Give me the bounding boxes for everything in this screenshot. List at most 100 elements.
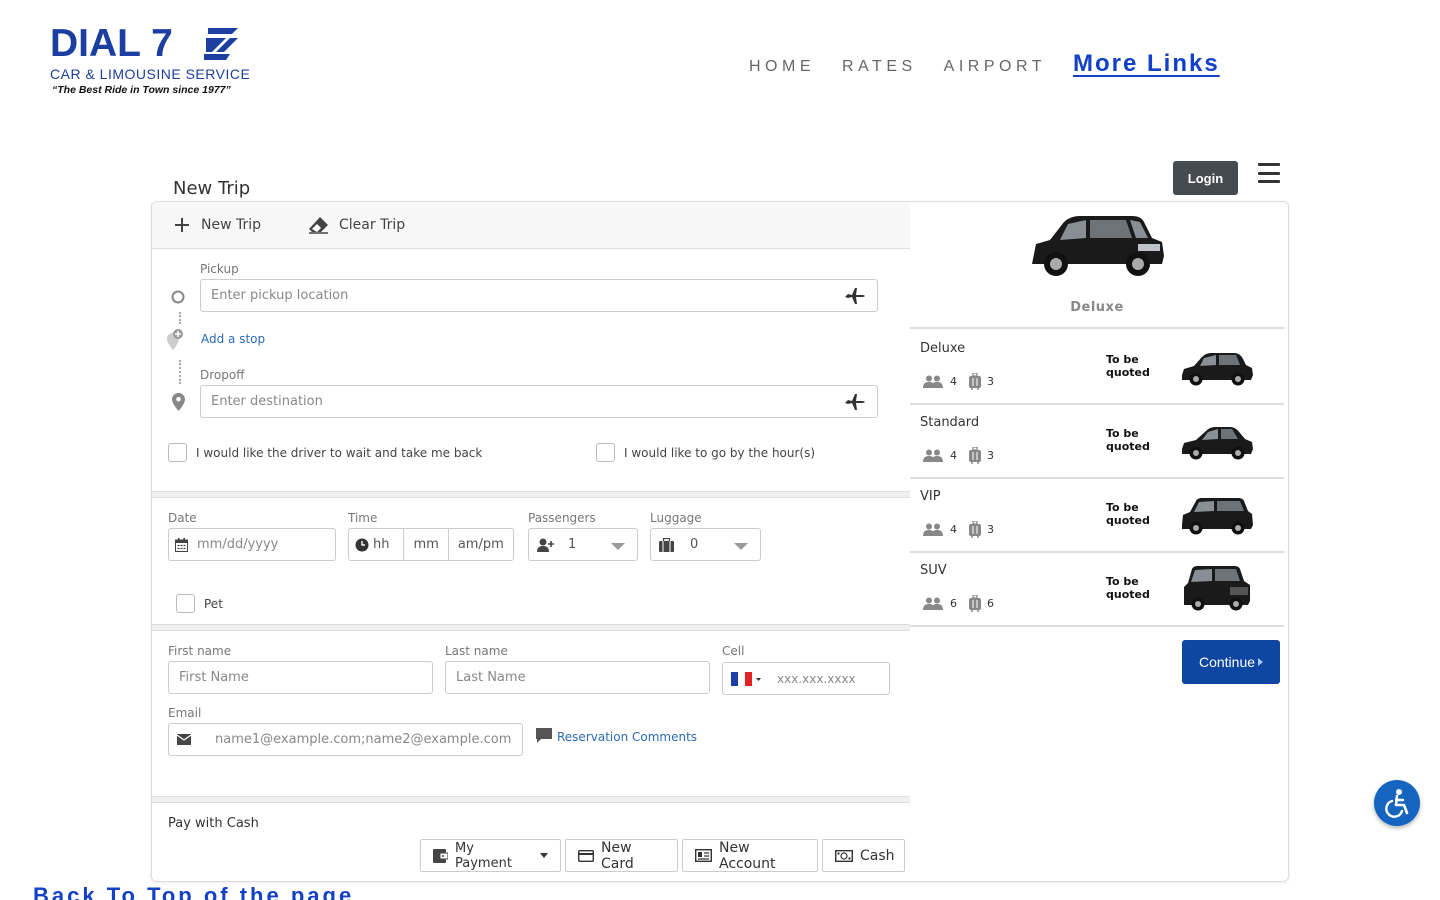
first-name-input[interactable] [179,670,432,685]
new-trip-button[interactable]: New Trip [173,216,261,234]
route-dots [179,312,181,324]
cell-field[interactable] [722,662,890,695]
email-field[interactable] [168,723,523,756]
last-name-field[interactable] [445,661,710,694]
nav-airport[interactable]: AIRPORT [944,58,1046,76]
luggage-label: Luggage [650,511,702,525]
country-flag-selector[interactable] [731,671,761,686]
nav-more-links[interactable]: More Links [1073,50,1220,78]
pickup-circle-icon [171,289,185,308]
luggage-count: 6 [987,597,994,610]
luggage-count: 3 [987,449,994,462]
brand-mark-icon [204,28,238,60]
first-name-label: First name [168,644,232,658]
vehicle-name: Deluxe [920,341,966,356]
luggage-count: 3 [987,523,994,536]
add-stop-link[interactable]: Add a stop [201,332,265,346]
chevron-right-icon [1258,658,1264,666]
dropoff-field[interactable] [200,385,878,418]
hourly-checkbox[interactable]: I would like to go by the hour(s) [596,443,815,462]
checkbox-box[interactable] [168,443,187,462]
last-name-label: Last name [445,644,508,658]
date-field[interactable] [168,528,336,561]
accessibility-button[interactable] [1374,780,1420,826]
nav-home[interactable]: HOME [749,58,815,76]
brand-subtitle: CAR & LIMOUSINE SERVICE [50,66,251,82]
cash-button[interactable]: Cash [822,839,905,872]
vehicle-row-deluxe[interactable]: Deluxe 4 3 To be quoted [910,331,1284,405]
schedule-section: Date Time hh mm am/pm Passengers [152,498,910,624]
back-to-top-link[interactable]: Back To Top of the page [33,883,354,900]
limousine-icon [1032,216,1164,276]
passenger-count: 4 [950,523,957,536]
passengers-icon [922,449,944,462]
trip-toolbar: New Trip Clear Trip [152,202,910,249]
luggage-select[interactable]: 0 [650,528,761,561]
vehicle-name: Standard [920,415,980,430]
vehicle-price: To be quoted [1106,501,1150,527]
briefcase-icon [659,537,674,552]
luggage-value: 0 [690,537,699,552]
continue-button[interactable]: Continue [1182,640,1280,684]
passenger-count: 4 [950,449,957,462]
hour-input[interactable]: hh [349,529,405,560]
clear-trip-button[interactable]: Clear Trip [309,216,405,234]
vehicle-row-suv[interactable]: SUV 6 6 To be quoted [910,553,1284,627]
last-name-input[interactable] [456,670,709,685]
reservation-comments-link[interactable]: Reservation Comments [536,728,697,746]
brand-name: DIAL 7 [50,22,173,65]
time-field: hh mm am/pm [348,528,514,561]
comment-icon [536,728,552,746]
minute-input[interactable]: mm [404,529,449,560]
checkbox-box[interactable] [176,594,195,613]
first-name-field[interactable] [168,661,433,694]
vehicle-name: SUV [920,563,947,578]
suv-icon [1184,566,1250,611]
id-card-icon [695,849,712,862]
passenger-count: 4 [950,375,957,388]
vehicle-row-vip[interactable]: VIP 4 3 To be quoted [910,479,1284,553]
airplane-icon[interactable] [845,394,865,414]
hamburger-menu-icon[interactable] [1258,163,1280,183]
brand-logo[interactable]: DIAL 7 CAR & LIMOUSINE SERVICE “The Best… [50,22,250,102]
new-card-button[interactable]: New Card [565,839,678,872]
my-payment-label: My Payment [455,840,512,871]
email-input[interactable] [215,732,522,747]
vehicle-price: To be quoted [1106,575,1150,601]
my-payment-dropdown[interactable]: My Payment [420,839,561,872]
nav-rates[interactable]: RATES [842,58,917,76]
sedan-icon [1182,427,1253,460]
section-divider [152,624,910,631]
vehicle-row-standard[interactable]: Standard 4 3 To be quoted [910,405,1284,479]
new-trip-label: New Trip [201,217,262,233]
pickup-field[interactable] [200,279,878,312]
top-nav: HOME RATES AIRPORT More Links [749,50,1220,78]
dropoff-input[interactable] [211,394,877,409]
eraser-icon [309,216,329,234]
ampm-input[interactable]: am/pm [449,529,513,560]
cell-label: Cell [722,644,745,658]
luggage-icon [969,595,981,612]
add-stop-icon[interactable] [165,328,185,356]
payment-options: My Payment New Card New Account Cash [420,839,905,872]
date-input[interactable] [197,537,335,552]
passengers-select[interactable]: 1 [528,528,638,561]
section-divider [152,796,910,803]
checkbox-box[interactable] [596,443,615,462]
wait-return-checkbox[interactable]: I would like the driver to wait and take… [168,443,482,462]
login-button[interactable]: Login [1173,161,1238,195]
vehicle-capacity: 4 3 [922,373,1006,390]
clock-icon [355,538,369,552]
vehicle-panel: Deluxe Deluxe 4 3 To be quoted Standard … [910,202,1288,881]
pickup-input[interactable] [211,288,877,303]
reservation-comments-label: Reservation Comments [557,730,698,744]
airplane-icon[interactable] [845,288,865,308]
wallet-icon [433,848,448,863]
new-account-button[interactable]: New Account [682,839,818,872]
page-title: New Trip [173,178,251,199]
passengers-label: Passengers [528,511,596,525]
pet-checkbox[interactable]: Pet [176,594,223,613]
cell-input[interactable] [777,671,889,686]
payment-title: Pay with Cash [168,816,259,831]
wait-return-label: I would like the driver to wait and take… [196,445,483,460]
